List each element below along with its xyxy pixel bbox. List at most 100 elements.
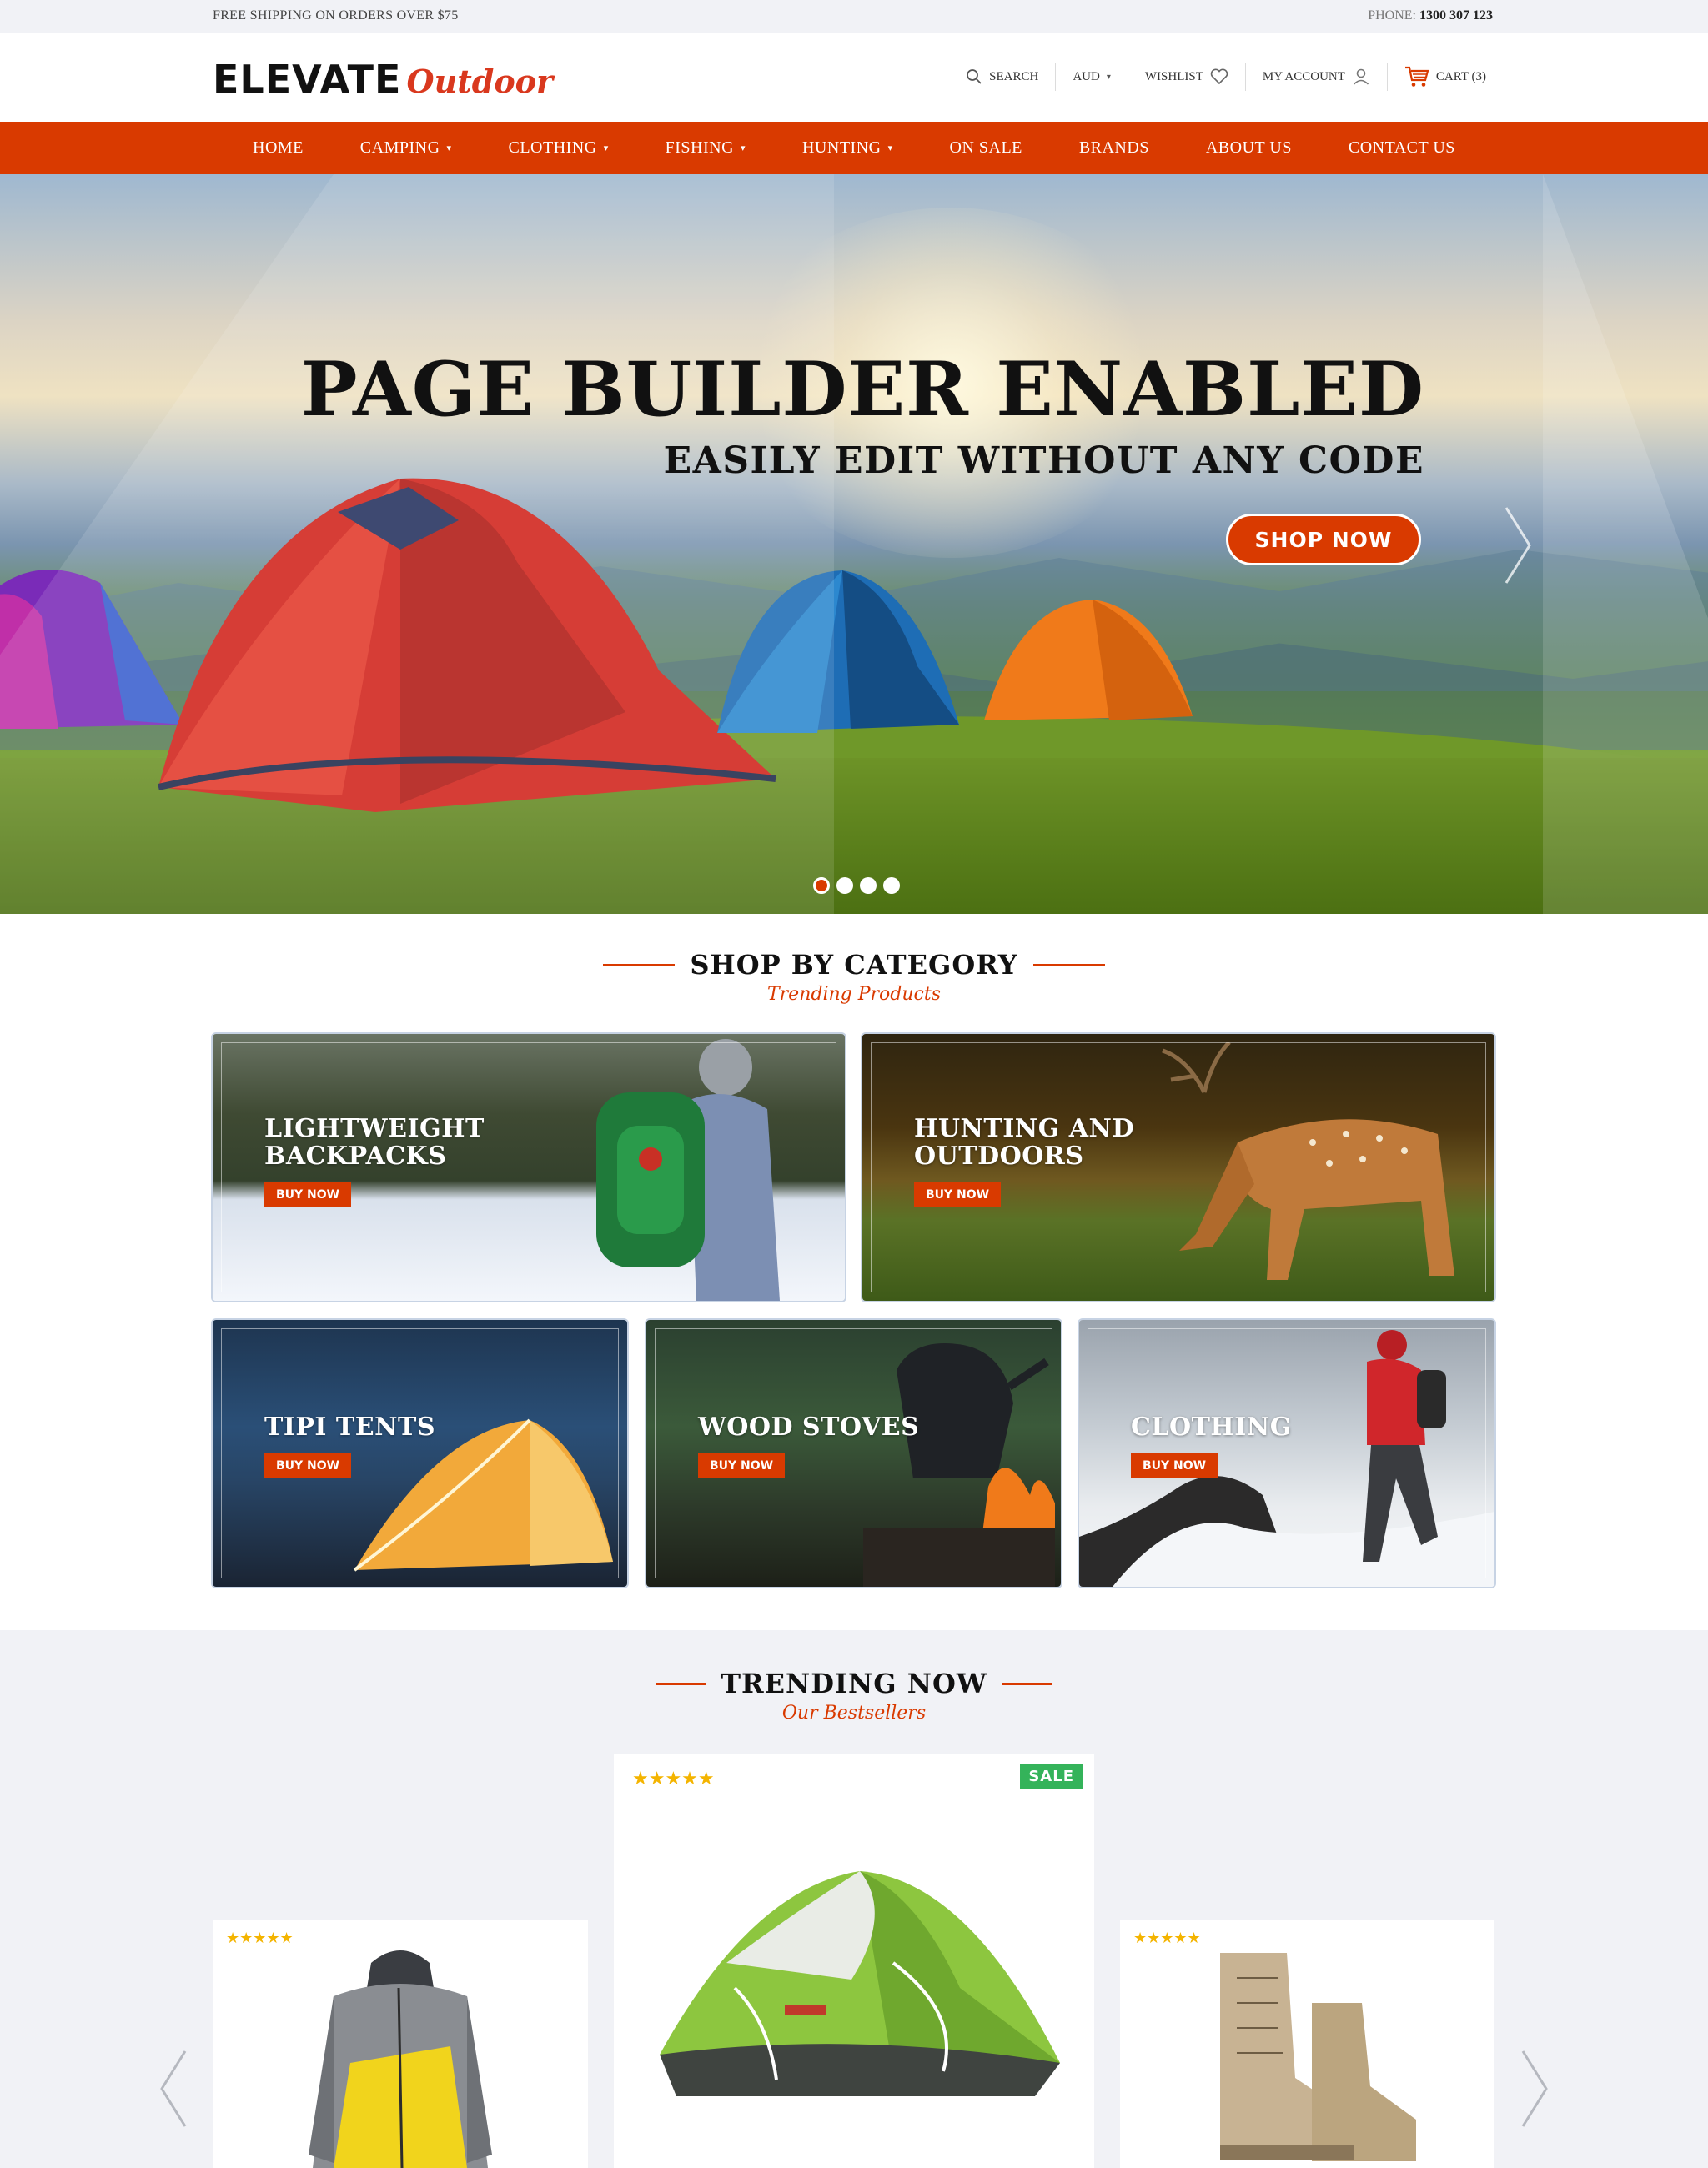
nav-brands[interactable]: BRANDS [1079, 138, 1149, 158]
phone-info: PHONE: 1300 307 123 [1368, 8, 1493, 23]
rating-stars: ★★★★★ [1133, 1930, 1201, 1946]
wishlist-label: WISHLIST [1144, 69, 1203, 83]
cart-label: CART (3) [1435, 69, 1486, 83]
nav-on-sale[interactable]: ON SALE [950, 138, 1022, 158]
logo-script-text: Outdoor [406, 63, 554, 100]
nav-label: FISHING [665, 138, 735, 157]
chevron-right-icon[interactable] [1501, 504, 1535, 587]
hero-overlay-shape-right [1543, 174, 1708, 914]
buy-now-button[interactable]: BUY NOW [264, 1182, 352, 1207]
nav-camping[interactable]: CAMPING ▾ [360, 138, 452, 158]
nav-contact-us[interactable]: CONTACT US [1349, 138, 1455, 158]
title-rule-right [1002, 1682, 1052, 1685]
site-logo[interactable]: ELEVATE Outdoor [213, 58, 553, 100]
chevron-down-icon: ▾ [887, 143, 893, 153]
search-label: SEARCH [989, 69, 1039, 83]
heart-icon [1210, 68, 1228, 85]
main-navigation: HOME CAMPING ▾ CLOTHING ▾ FISHING ▾ HUNTING… [0, 122, 1708, 174]
rating-stars: ★★★★★ [632, 1768, 715, 1789]
user-icon [1353, 68, 1369, 85]
category-tile-backpacks[interactable]: LIGHTWEIGHT BACKPACKS BUY NOW [213, 1034, 845, 1301]
nav-label: ABOUT US [1205, 138, 1292, 157]
slider-dots [813, 877, 900, 894]
search-button[interactable]: SEARCH [949, 63, 1055, 91]
account-label: MY ACCOUNT [1262, 69, 1345, 83]
nav-clothing[interactable]: CLOTHING ▾ [508, 138, 608, 158]
chevron-left-icon[interactable] [157, 2047, 190, 2130]
my-account-link[interactable]: MY ACCOUNT [1244, 63, 1387, 91]
category-tile-label: HUNTING AND OUTDOORS [914, 1114, 1134, 1171]
hero-overlay-shape-left [0, 174, 834, 914]
nav-hunting[interactable]: HUNTING ▾ [802, 138, 893, 158]
wishlist-link[interactable]: WISHLIST [1127, 63, 1245, 91]
category-tile-label: CLOTHING [1131, 1413, 1292, 1442]
trending-section-title-row: TRENDING NOW [656, 1668, 1052, 1699]
nav-label: CAMPING [359, 138, 440, 157]
chevron-down-icon: ▾ [446, 143, 452, 153]
trending-section-header: TRENDING NOW Our Bestsellers [0, 1668, 1708, 1724]
chevron-down-icon: ▾ [1106, 72, 1111, 82]
orange-tent-image [984, 600, 1193, 720]
category-tile-hunting[interactable]: HUNTING AND OUTDOORS BUY NOW [862, 1034, 1494, 1301]
nav-label: CONTACT US [1348, 138, 1455, 157]
slider-dot[interactable] [836, 877, 853, 894]
chevron-down-icon: ▾ [603, 143, 609, 153]
category-tile-label: WOOD STOVES [698, 1413, 920, 1442]
buy-now-button[interactable]: BUY NOW [698, 1453, 786, 1478]
nav-label: CLOTHING [508, 138, 597, 157]
trending-section-subtitle: Our Bestsellers [781, 1703, 927, 1724]
category-tile-clothing[interactable]: CLOTHING BUY NOW [1079, 1320, 1494, 1587]
cart-link[interactable]: CART (3) [1386, 63, 1493, 91]
logo-main-text: ELEVATE [213, 57, 402, 102]
buy-now-button[interactable]: BUY NOW [914, 1182, 1002, 1207]
category-tile-label: LIGHTWEIGHT BACKPACKS [264, 1114, 485, 1171]
slider-dot[interactable] [813, 877, 830, 894]
header-actions: SEARCH AUD ▾ WISHLIST MY ACCOUNT CART (3… [949, 60, 1493, 93]
buy-now-button[interactable]: BUY NOW [264, 1453, 352, 1478]
hero-shop-now-button[interactable]: SHOP NOW [1226, 514, 1421, 565]
top-bar: FREE SHIPPING ON ORDERS OVER $75 PHONE: 1… [0, 0, 1708, 33]
category-section-header: SHOP BY CATEGORY Trending Products [0, 949, 1708, 1005]
nav-label: ON SALE [949, 138, 1022, 157]
currency-selector[interactable]: AUD ▾ [1055, 63, 1128, 91]
sale-badge: SALE [1020, 1764, 1083, 1789]
title-rule-left [656, 1682, 706, 1685]
nav-about-us[interactable]: ABOUT US [1206, 138, 1292, 158]
site-header: ELEVATE Outdoor SEARCH AUD ▾ WISHLIST MY … [0, 33, 1708, 122]
nav-label: BRANDS [1078, 138, 1149, 157]
dome-tent-image [660, 1871, 1060, 2096]
category-section-title: SHOP BY CATEGORY [690, 949, 1018, 981]
free-shipping-notice: FREE SHIPPING ON ORDERS OVER $75 [213, 8, 459, 23]
product-card[interactable]: ★★★★★ [213, 1920, 588, 2168]
phone-number[interactable]: 1300 307 123 [1419, 8, 1493, 23]
nav-fishing[interactable]: FISHING ▾ [666, 138, 746, 158]
slider-dot[interactable] [883, 877, 900, 894]
hero-subtitle: EASILY EDIT WITHOUT ANY CODE [663, 439, 1424, 482]
category-tile-label: TIPI TENTS [264, 1413, 435, 1442]
currency-label: AUD [1073, 69, 1100, 83]
title-rule-left [603, 963, 676, 966]
hero-title: PAGE BUILDER ENABLED [300, 345, 1424, 434]
nav-label: HOME [253, 138, 304, 157]
buy-now-button[interactable]: BUY NOW [1131, 1453, 1218, 1478]
nav-home[interactable]: HOME [253, 138, 304, 158]
category-tile-tipi-tents[interactable]: TIPI TENTS BUY NOW [213, 1320, 627, 1587]
slider-dot[interactable] [860, 877, 877, 894]
chevron-right-icon[interactable] [1518, 2047, 1551, 2130]
cart-icon [1404, 66, 1429, 87]
phone-label: PHONE: [1368, 8, 1416, 23]
rating-stars: ★★★★★ [226, 1930, 294, 1946]
category-section-title-row: SHOP BY CATEGORY [603, 949, 1105, 981]
product-card[interactable]: ★★★★★ [1120, 1920, 1494, 2168]
hiking-boots-image [1220, 1953, 1416, 2161]
chevron-down-icon: ▾ [741, 143, 746, 153]
nav-label: HUNTING [801, 138, 882, 157]
product-card-featured[interactable]: ★★★★★ SALE [614, 1754, 1094, 2168]
category-section-subtitle: Trending Products [766, 984, 941, 1005]
category-tile-wood-stoves[interactable]: WOOD STOVES BUY NOW [646, 1320, 1061, 1587]
trending-section-title: TRENDING NOW [721, 1668, 987, 1699]
search-icon [967, 69, 982, 84]
puffer-jacket-image [309, 1950, 492, 2168]
hero-slider: PAGE BUILDER ENABLED EASILY EDIT WITHOUT… [0, 174, 1708, 914]
title-rule-right [1032, 963, 1105, 966]
